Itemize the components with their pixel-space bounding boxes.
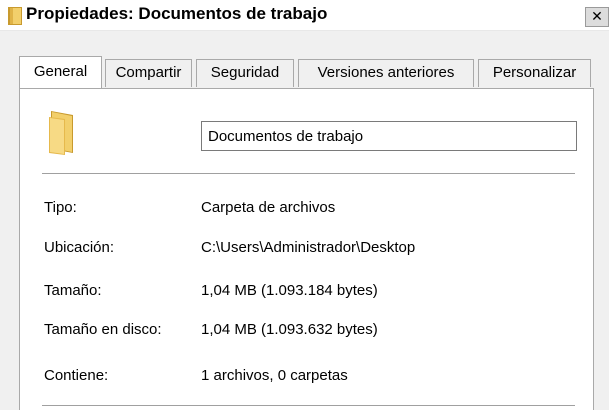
separator: [42, 405, 575, 406]
general-panel: Tipo: Carpeta de archivos Ubicación: C:\…: [19, 88, 594, 410]
folder-icon: [49, 111, 73, 155]
tab-personalizar[interactable]: Personalizar: [478, 59, 591, 87]
close-icon: ✕: [591, 8, 603, 24]
type-label: Tipo:: [44, 199, 77, 216]
size-label: Tamaño:: [44, 282, 102, 299]
close-button[interactable]: ✕: [585, 7, 609, 27]
properties-dialog: Propiedades: Documentos de trabajo ✕ Gen…: [0, 0, 609, 410]
folder-icon: [8, 7, 22, 25]
type-value: Carpeta de archivos: [201, 199, 336, 216]
contains-value: 1 archivos, 0 carpetas: [201, 367, 348, 384]
folder-name-field[interactable]: [201, 121, 577, 151]
size-on-disk-value: 1,04 MB (1.093.632 bytes): [201, 321, 378, 338]
title-bar: Propiedades: Documentos de trabajo ✕: [0, 0, 609, 31]
tab-compartir[interactable]: Compartir: [105, 59, 192, 87]
window-title: Propiedades: Documentos de trabajo: [26, 4, 328, 23]
tab-versiones-anteriores[interactable]: Versiones anteriores: [298, 59, 474, 87]
size-on-disk-label: Tamaño en disco:: [44, 321, 162, 338]
location-label: Ubicación:: [44, 239, 115, 256]
location-value: C:\Users\Administrador\Desktop: [201, 239, 416, 256]
tab-seguridad[interactable]: Seguridad: [196, 59, 294, 87]
separator: [42, 173, 575, 174]
size-value: 1,04 MB (1.093.184 bytes): [201, 282, 378, 299]
tab-general[interactable]: General: [19, 56, 102, 88]
contains-label: Contiene:: [44, 367, 109, 384]
